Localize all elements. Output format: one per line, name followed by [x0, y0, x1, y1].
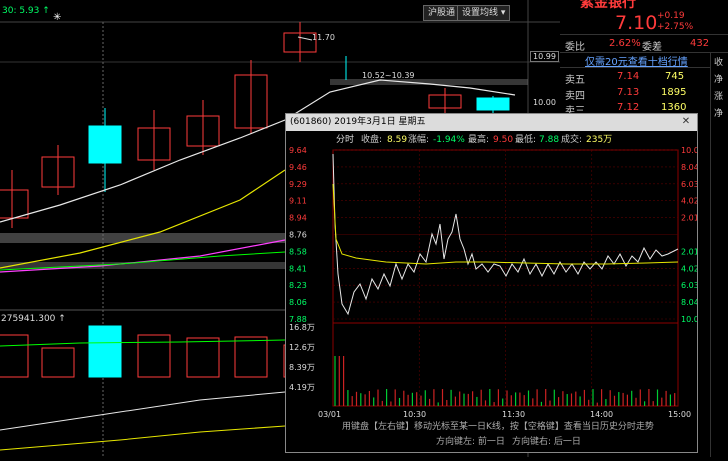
pct-axis-label: 8.04% [681, 163, 697, 172]
divider [560, 34, 728, 35]
volume-axis-label: 8.39万 [289, 363, 315, 372]
volume-bar [137, 334, 171, 378]
range-annotation: 10.52~10.39 [362, 71, 415, 80]
side-label: 收 [714, 58, 724, 68]
pct-axis-label: 2.01% [681, 214, 697, 223]
time-axis-label: 03/01 [318, 410, 341, 419]
pct-axis-label: 10.05% [681, 146, 697, 155]
ask-label: 卖五 [565, 75, 585, 86]
ask-row: 卖四 7.13 1895 [560, 85, 710, 102]
pct-axis-label: 4.02% [681, 197, 697, 206]
volume-header: 275941.300 ↑ [1, 314, 66, 324]
volume-ma-line [0, 391, 286, 431]
level2-promo-link[interactable]: 仅需20元查看十档行情 [585, 53, 688, 68]
weicha-label: 委差 [642, 42, 662, 53]
time-axis-label: 15:00 [668, 410, 691, 419]
ma-header: 30: 5.93 ↑ [2, 6, 50, 16]
ask-price: 7.13 [617, 87, 640, 98]
volume-bar [41, 347, 75, 378]
price-axis-label: 9.11 [289, 197, 307, 206]
volume-bar [234, 336, 268, 378]
weibi-value: 2.62% [609, 38, 641, 49]
price-axis-label: 8.58 [289, 247, 307, 256]
volume-axis-label: 16.8万 [289, 323, 315, 332]
price-axis-label: 8.94 [289, 214, 307, 223]
price-axis-label: 8.23 [289, 281, 307, 290]
high-annotation: 11.70 [312, 33, 335, 42]
side-label: 净 [714, 75, 724, 85]
candle-body [0, 189, 29, 219]
price-axis-label: 9.29 [289, 180, 307, 189]
price-change-pct: +2.75% [657, 22, 694, 32]
side-label: 涨 [714, 92, 724, 102]
last-price: 7.10 [615, 12, 658, 34]
pct-axis-label: 6.03% [681, 180, 697, 189]
overlay-band [0, 233, 285, 243]
price-change: +0.19 [657, 11, 685, 21]
ma-line [0, 169, 286, 269]
time-axis-label: 14:00 [590, 410, 613, 419]
pct-axis-label: 8.04% [681, 298, 697, 307]
ask-volume: 1360 [661, 102, 687, 113]
time-axis-label: 11:30 [502, 410, 525, 419]
hgt-button[interactable]: 沪股通 [423, 5, 461, 21]
pct-axis-label: 4.02% [681, 264, 697, 273]
time-axis-label: 10:30 [403, 410, 426, 419]
price-axis-label: 9.46 [289, 163, 307, 172]
divider [560, 67, 710, 68]
chevron-down-icon: ▾ [500, 8, 506, 18]
next-day-hint: 方向键右: 后一日 [512, 437, 581, 447]
ma-settings-button[interactable]: 设置均线 ▾ [457, 5, 511, 21]
side-label: 净 [714, 109, 724, 119]
stock-name: 紫金银行 [580, 0, 636, 11]
ask-price: 7.12 [617, 102, 640, 113]
price-axis-label: 10.00 [533, 98, 556, 107]
pct-axis-label: 6.03% [681, 281, 697, 290]
pct-axis-label: 10.05% [681, 315, 697, 324]
candle-body [476, 97, 510, 111]
volume-bar [0, 334, 29, 378]
candle-body [88, 125, 122, 164]
ask-row: 卖五 7.14 745 [560, 69, 710, 86]
price-axis-label: 9.64 [289, 146, 307, 155]
ask-volume: 745 [665, 71, 685, 82]
pct-axis-label: 2.01% [681, 247, 697, 256]
ask-volume: 1895 [661, 87, 687, 98]
weibi-label: 委比 [565, 42, 585, 53]
volume-axis-label: 4.19万 [289, 383, 315, 392]
prev-day-hint: 方向键左: 前一日 [436, 437, 505, 447]
intraday-popup[interactable]: (601860) 2019年3月1日 星期五 ✕ 分时 收盘: 8.59 涨幅:… [285, 113, 698, 453]
price-axis-label: 10.99 [530, 51, 559, 62]
intraday-chart-svg: 9.64 10.05% 9.46 8.04% 9.29 6.03% 9.11 4.02% 8.9… [289, 146, 697, 419]
divider [710, 52, 711, 457]
volume-bar [88, 325, 122, 378]
price-axis-label: 8.06 [289, 298, 307, 307]
volume-bar [186, 337, 220, 378]
price-axis-label: 8.41 [289, 264, 307, 273]
ask-price: 7.14 [617, 71, 640, 82]
popup-hint: 用键盘【左右键】移动光标至某一日K线，按【空格键】查看当日历史分时走势 [342, 422, 654, 432]
volume-ma-line [0, 339, 286, 347]
crosshair-icon: ✳ [53, 12, 62, 23]
ma-settings-label: 设置均线 [462, 8, 499, 18]
price-axis-label: 8.76 [289, 231, 307, 240]
volume-axis-label: 12.6万 [289, 343, 315, 352]
volume-ma-line [0, 425, 286, 451]
weicha-value: 432 [690, 38, 710, 49]
